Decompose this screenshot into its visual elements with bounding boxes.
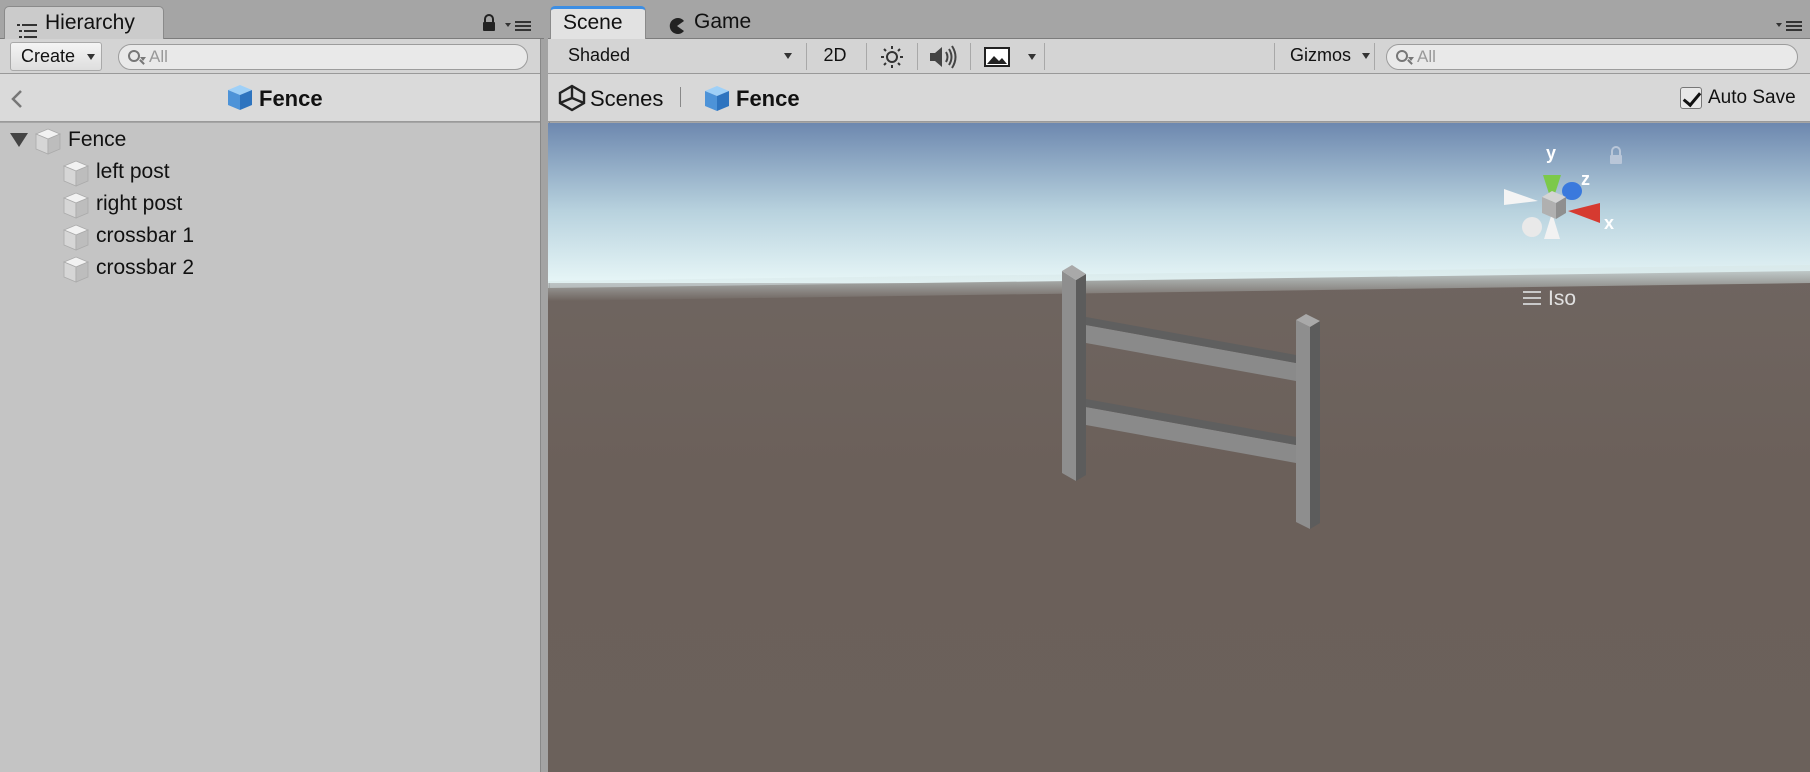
gizmo-neg-z-dot[interactable] (1522, 217, 1542, 237)
gameobject-cube-icon (62, 191, 90, 219)
tree-item-crossbar-2[interactable]: crossbar 2 (60, 253, 520, 283)
auto-save-label: Auto Save (1708, 87, 1796, 108)
toggle-2d-label: 2D (823, 45, 847, 65)
prefab-cube-icon (703, 84, 731, 112)
auto-save-checkbox[interactable] (1680, 87, 1702, 109)
scene-viewport[interactable]: y z x Iso (548, 123, 1810, 772)
gameobject-cube-icon (34, 127, 62, 155)
chevron-down-icon (1362, 53, 1370, 59)
effects-image-icon[interactable] (984, 47, 1010, 72)
hierarchy-toolbar: Create All (0, 39, 540, 74)
chevron-down-icon (87, 54, 95, 60)
gameobject-cube-icon (62, 223, 90, 251)
toolbar-separator (917, 43, 918, 70)
panel-menu-icon[interactable] (505, 19, 533, 37)
prefab-cube-icon (226, 83, 254, 111)
auto-save-toggle[interactable]: Auto Save (1680, 86, 1798, 110)
hierarchy-breadcrumb-title: Fence (259, 86, 323, 111)
tree-item-crossbar-1[interactable]: crossbar 1 (60, 221, 520, 251)
breadcrumb-separator (680, 87, 681, 107)
hierarchy-breadcrumb: Fence (0, 74, 540, 122)
toolbar-separator (866, 43, 867, 70)
hierarchy-tree: Fence left post right post crossbar 1 cr… (0, 123, 540, 772)
toolbar-separator (1044, 43, 1045, 70)
search-filter-caret-icon (140, 57, 146, 61)
tree-item-label: right post (96, 192, 183, 215)
lock-icon[interactable] (482, 14, 496, 37)
scene-breadcrumb: Scenes Fence Auto Save (548, 74, 1810, 122)
scene-tabbar: Scene Game (548, 0, 1810, 40)
tree-item-label: left post (96, 160, 170, 183)
tab-scene-label: Scene (563, 11, 623, 34)
panel-menu-icon[interactable] (1776, 19, 1804, 37)
breadcrumb-fence[interactable]: Fence (736, 86, 800, 112)
tab-game-label: Game (694, 10, 752, 33)
shading-mode-value: Shaded (568, 45, 631, 65)
gizmo-x-label: x (1604, 213, 1614, 233)
tree-item-label: Fence (68, 128, 127, 151)
back-chevron-icon[interactable] (10, 89, 24, 114)
search-icon (128, 50, 140, 62)
tree-item-label: crossbar 2 (96, 256, 195, 279)
gizmos-dropdown[interactable]: Gizmos (1280, 42, 1374, 71)
gizmo-y-label: y (1546, 143, 1556, 163)
tree-item-fence[interactable]: Fence (8, 125, 528, 155)
left-post[interactable] (1062, 271, 1076, 481)
hierarchy-search-placeholder: All (149, 47, 168, 66)
right-post[interactable] (1296, 320, 1310, 529)
hierarchy-search-input[interactable]: All (118, 44, 528, 70)
tab-scene[interactable]: Scene (550, 6, 646, 40)
foldout-expanded-icon[interactable] (10, 133, 28, 147)
chevron-down-icon (784, 53, 792, 59)
hierarchy-tabbar: Hierarchy (0, 0, 544, 40)
effects-dropdown-caret-icon[interactable] (1028, 54, 1036, 60)
toolbar-separator (1274, 43, 1275, 70)
gizmo-z-label: z (1581, 169, 1590, 189)
shading-mode-dropdown[interactable]: Shaded (558, 42, 798, 71)
tab-hierarchy-label: Hierarchy (45, 11, 135, 34)
gameobject-cube-icon (62, 159, 90, 187)
tab-game[interactable]: Game (660, 6, 780, 40)
scene-toolbar: Shaded 2D Gizmos All (548, 39, 1810, 74)
toggle-2d-button[interactable]: 2D (814, 42, 856, 71)
audio-speaker-icon[interactable] (928, 45, 958, 74)
tree-item-label: crossbar 1 (96, 224, 195, 247)
scene-render: y z x Iso (548, 123, 1810, 772)
breadcrumb-scenes[interactable]: Scenes (590, 86, 663, 112)
scene-search-placeholder: All (1417, 47, 1436, 66)
create-button[interactable]: Create (10, 42, 102, 71)
toolbar-separator (806, 43, 807, 70)
lighting-sun-icon[interactable] (880, 45, 904, 74)
scene-search-input[interactable]: All (1386, 44, 1798, 70)
toolbar-separator (970, 43, 971, 70)
tab-hierarchy[interactable]: Hierarchy (4, 6, 164, 40)
create-button-label: Create (21, 46, 76, 66)
tree-item-right-post[interactable]: right post (60, 189, 520, 219)
sky (548, 123, 1810, 283)
toolbar-separator (1374, 43, 1375, 70)
gizmos-label: Gizmos (1290, 45, 1352, 65)
search-icon (1396, 50, 1408, 62)
tree-item-left-post[interactable]: left post (60, 157, 520, 187)
search-filter-caret-icon (1408, 57, 1414, 61)
gameobject-cube-icon (62, 255, 90, 283)
scene-panel: Scene Game Shaded 2D Gizmos All Scenes F… (548, 0, 1810, 772)
projection-label[interactable]: Iso (1548, 287, 1576, 310)
hierarchy-panel: Hierarchy Create All Fence Fence left po… (0, 0, 544, 772)
unity-logo-icon (558, 84, 586, 117)
unity-editor: Hierarchy Create All Fence Fence left po… (0, 0, 1810, 772)
